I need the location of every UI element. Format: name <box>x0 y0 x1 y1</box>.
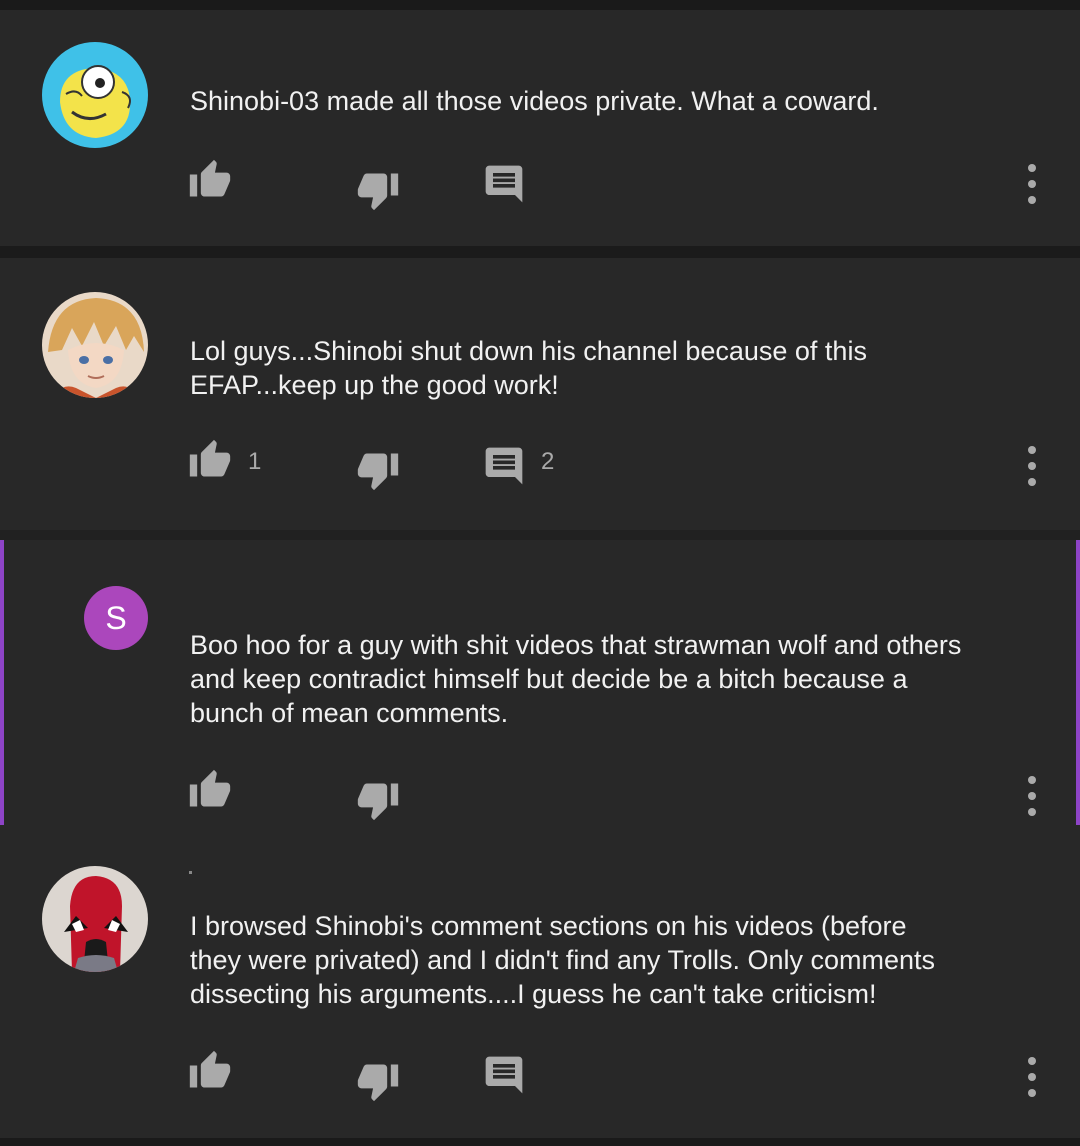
comment-divider <box>0 246 1080 258</box>
comments-page: Shinobi-03 made all those videos private… <box>0 0 1080 1146</box>
comment-1: Shinobi-03 made all those videos private… <box>0 10 1080 246</box>
user-avatar[interactable] <box>42 42 148 148</box>
comment-icon[interactable] <box>482 444 526 488</box>
more-vert-icon[interactable] <box>1022 1055 1042 1099</box>
stray-dot <box>189 871 192 874</box>
top-edge <box>0 0 1080 10</box>
thumbs-up-icon[interactable] <box>188 438 232 482</box>
thumbs-up-icon[interactable] <box>188 1049 232 1093</box>
thumbs-down-icon[interactable] <box>356 168 400 212</box>
comment-2: Lol guys...Shinobi shut down his channel… <box>0 258 1080 530</box>
more-vert-icon[interactable] <box>1022 444 1042 488</box>
comment-4: I browsed Shinobi's comment sections on … <box>0 825 1080 1138</box>
comment-text: Lol guys...Shinobi shut down his channel… <box>190 336 867 400</box>
thumbs-down-icon[interactable] <box>356 778 400 822</box>
reply-count[interactable]: 2 <box>541 448 554 476</box>
comment-icon[interactable] <box>482 1053 526 1097</box>
user-avatar[interactable]: S <box>84 586 148 650</box>
reply-highlight-bar <box>0 540 4 825</box>
reply-highlight-bar <box>1076 540 1080 825</box>
comment-text: Boo hoo for a guy with shit videos that … <box>190 630 962 728</box>
user-avatar[interactable] <box>42 866 148 972</box>
comment-text: Shinobi-03 made all those videos private… <box>190 86 879 116</box>
more-vert-icon[interactable] <box>1022 162 1042 206</box>
comment-3-reply: S Boo hoo for a guy with shit videos tha… <box>0 540 1080 825</box>
thumbs-down-icon[interactable] <box>356 1059 400 1103</box>
comment-text: I browsed Shinobi's comment sections on … <box>190 911 935 1009</box>
bottom-edge <box>0 1138 1080 1146</box>
like-count: 1 <box>248 448 262 475</box>
user-avatar[interactable] <box>42 292 148 398</box>
thumbs-down-icon[interactable] <box>356 448 400 492</box>
thumbs-up-icon[interactable] <box>188 768 232 812</box>
thumbs-up-icon[interactable] <box>188 158 232 202</box>
more-vert-icon[interactable] <box>1022 774 1042 818</box>
comment-icon[interactable] <box>482 162 526 206</box>
